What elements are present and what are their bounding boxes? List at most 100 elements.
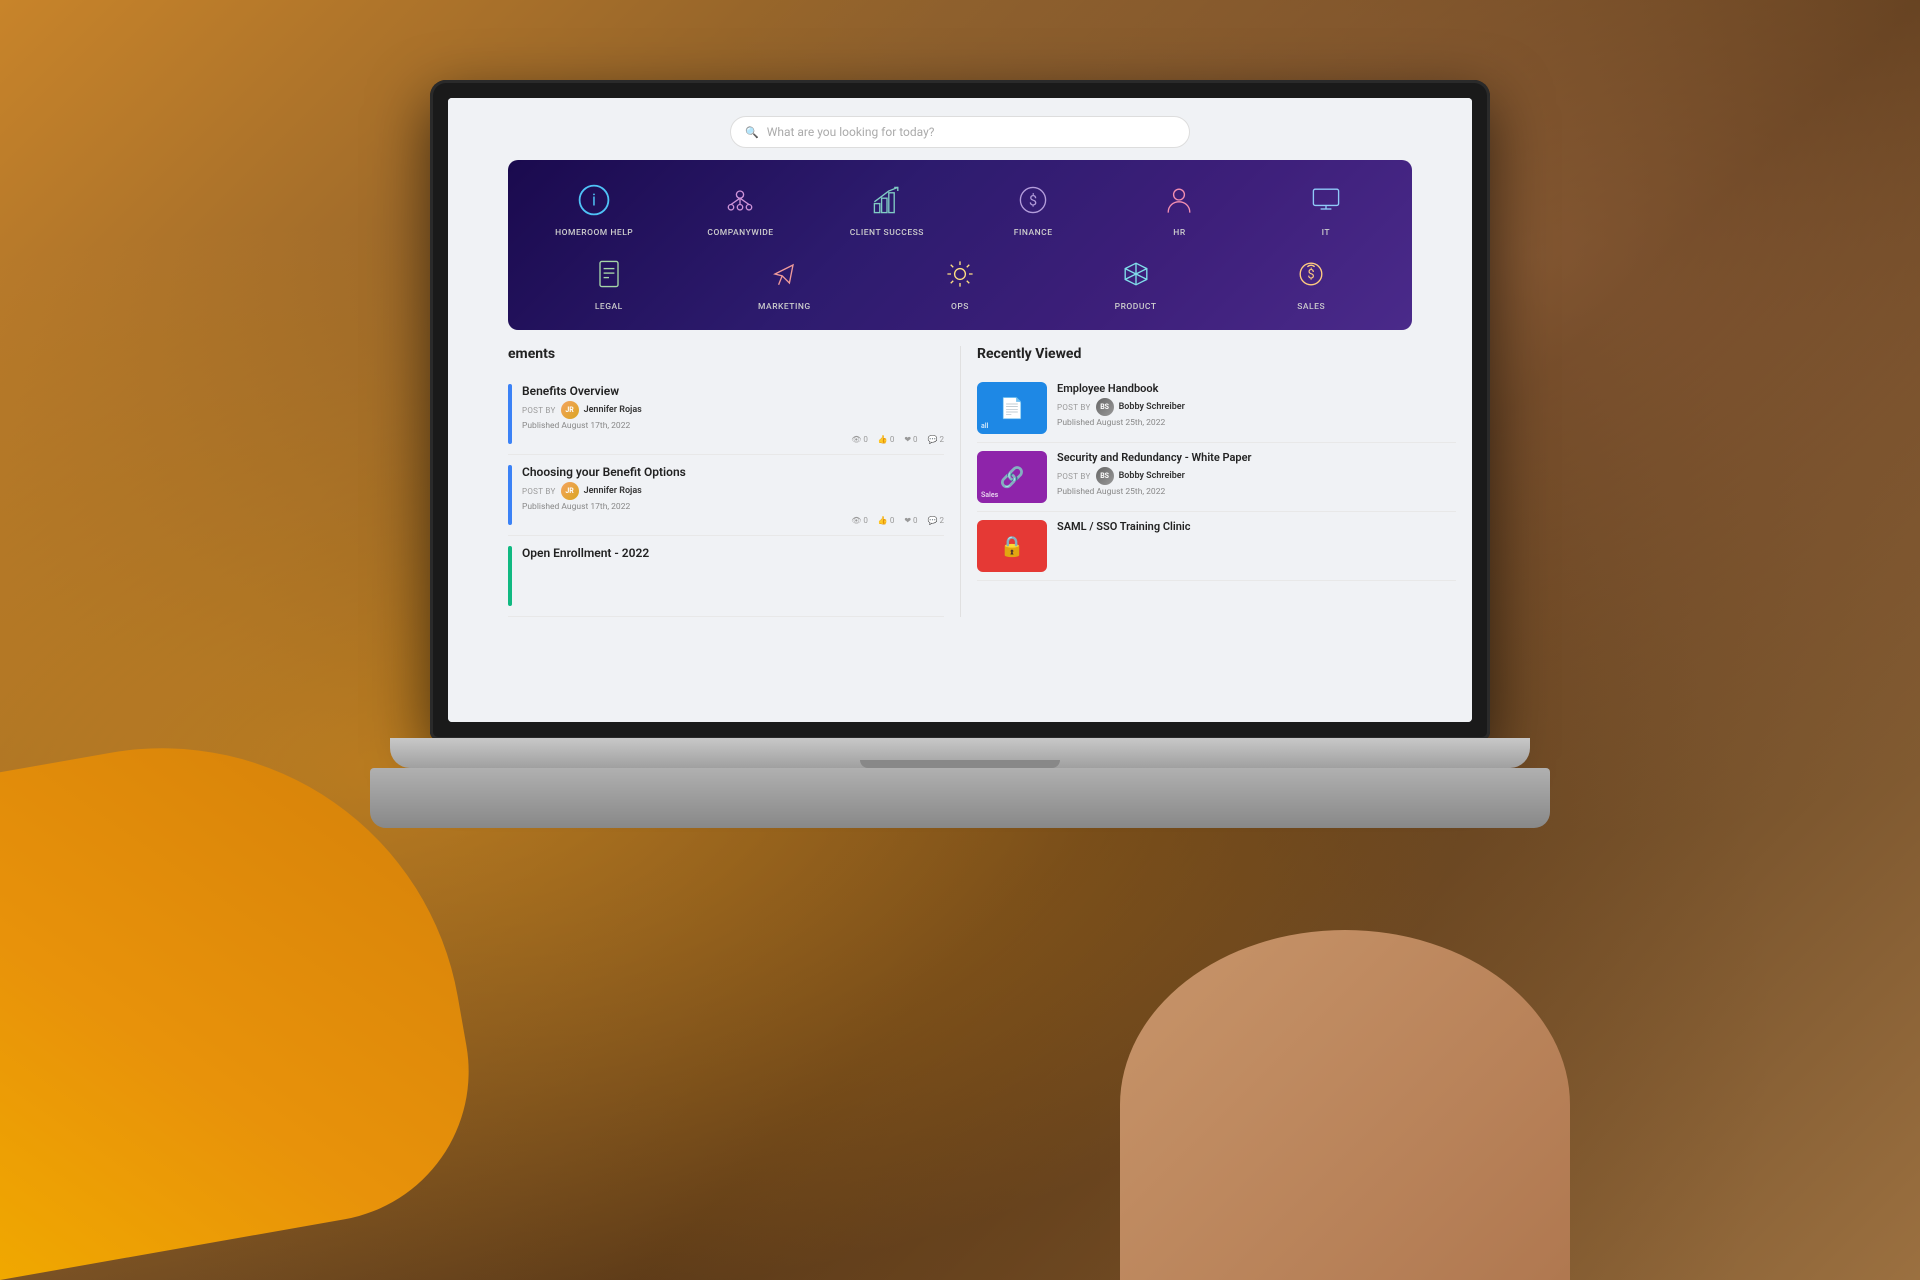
likes-stat: 👍 0 <box>878 435 894 444</box>
announcement-choosing-benefit[interactable]: Choosing your Benefit Options POST BY JR… <box>508 455 944 536</box>
viewed-thumbnail: 📄 all <box>977 382 1047 434</box>
views-stat: 👁 0 <box>851 516 868 525</box>
announcement-title: Open Enrollment - 2022 <box>522 546 944 560</box>
category-icon-finance: $ <box>1011 178 1055 222</box>
post-meta: POST BY BS Bobby Schreiber <box>1057 467 1456 485</box>
announcement-open-enrollment[interactable]: Open Enrollment - 2022 <box>508 536 944 617</box>
announcement-title: Benefits Overview <box>522 384 944 398</box>
screen-content[interactable]: 🔍 What are you looking for today? i HOME… <box>448 98 1472 722</box>
post-stats: 👁 0 👍 0 ❤ 0 💬 2 <box>522 516 944 525</box>
category-marketing[interactable]: MARKETING <box>758 252 811 312</box>
author-avatar: JR <box>561 482 579 500</box>
hearts-stat: ❤ 0 <box>904 516 917 525</box>
laptop-base <box>390 738 1530 768</box>
laptop-screen: 🔍 What are you looking for today? i HOME… <box>448 98 1472 722</box>
category-label-sales: SALES <box>1297 302 1325 312</box>
post-author: Jennifer Rojas <box>584 405 642 415</box>
post-author: Bobby Schreiber <box>1119 402 1185 412</box>
post-date: Published August 17th, 2022 <box>522 421 944 431</box>
category-label-homeroom-help: HOMEROOM HELP <box>555 228 633 238</box>
post-by-label: POST BY <box>522 406 556 415</box>
recently-viewed-section: Recently Viewed 📄 all Employee Handbook … <box>960 346 1472 617</box>
category-label-companywide: COMPANYWIDE <box>707 228 773 238</box>
category-icon-hr <box>1157 178 1201 222</box>
color-bar <box>508 465 512 525</box>
search-placeholder: What are you looking for today? <box>767 125 935 139</box>
svg-text:$: $ <box>1308 268 1315 283</box>
post-by-label: POST BY <box>522 487 556 496</box>
post-meta: POST BY JR Jennifer Rojas <box>522 401 944 419</box>
post-author: Bobby Schreiber <box>1119 471 1185 481</box>
category-label-finance: FINANCE <box>1014 228 1053 238</box>
category-icon-sales: $ <box>1289 252 1333 296</box>
recently-viewed-list: 📄 all Employee Handbook POST BY BS Bobby… <box>977 374 1456 581</box>
category-companywide[interactable]: COMPANYWIDE <box>674 178 806 238</box>
viewed-content: Employee Handbook POST BY BS Bobby Schre… <box>1057 382 1456 428</box>
post-date: Published August 17th, 2022 <box>522 502 944 512</box>
post-stats: 👁 0 👍 0 ❤ 0 💬 2 <box>522 435 944 444</box>
categories-banner: i HOMEROOM HELP COMPANYWIDE CLIENT SUCCE… <box>508 160 1412 330</box>
category-icon-companywide <box>718 178 762 222</box>
announcement-content: Open Enrollment - 2022 <box>522 546 944 563</box>
category-icon-product <box>1114 252 1158 296</box>
viewed-title: SAML / SSO Training Clinic <box>1057 520 1456 533</box>
likes-stat: 👍 0 <box>878 516 894 525</box>
category-finance[interactable]: $ FINANCE <box>967 178 1099 238</box>
laptop-bezel: 🔍 What are you looking for today? i HOME… <box>430 80 1490 740</box>
category-icon-homeroom-help: i <box>572 178 616 222</box>
category-ops[interactable]: OPS <box>938 252 982 312</box>
color-bar <box>508 384 512 444</box>
hearts-stat: ❤ 0 <box>904 435 917 444</box>
category-label-client-success: CLIENT SUCCESS <box>850 228 924 238</box>
category-it[interactable]: IT <box>1260 178 1392 238</box>
category-icon-marketing <box>762 252 806 296</box>
search-icon: 🔍 <box>745 126 759 139</box>
post-by-label: POST BY <box>1057 403 1091 412</box>
viewed-item-saml-sso[interactable]: 🔒 SAML / SSO Training Clinic <box>977 512 1456 581</box>
search-area: 🔍 What are you looking for today? <box>448 98 1472 160</box>
category-hr[interactable]: HR <box>1113 178 1245 238</box>
search-bar[interactable]: 🔍 What are you looking for today? <box>730 116 1190 148</box>
announcements-list: Benefits Overview POST BY JR Jennifer Ro… <box>508 374 944 617</box>
laptop: 🔍 What are you looking for today? i HOME… <box>430 80 1490 800</box>
category-icon-it <box>1304 178 1348 222</box>
category-icon-ops <box>938 252 982 296</box>
color-bar <box>508 546 512 606</box>
announcement-benefits-overview[interactable]: Benefits Overview POST BY JR Jennifer Ro… <box>508 374 944 455</box>
category-icon-legal <box>587 252 631 296</box>
comments-stat: 💬 2 <box>928 435 944 444</box>
announcement-content: Choosing your Benefit Options POST BY JR… <box>522 465 944 525</box>
category-homeroom-help[interactable]: i HOMEROOM HELP <box>528 178 660 238</box>
viewed-title: Employee Handbook <box>1057 382 1456 395</box>
svg-text:$: $ <box>1029 192 1037 209</box>
post-meta: POST BY BS Bobby Schreiber <box>1057 398 1456 416</box>
laptop-keyboard <box>370 768 1550 828</box>
recently-viewed-title: Recently Viewed <box>977 346 1456 362</box>
viewed-item-security-redundancy[interactable]: 🔗 Sales Security and Redundancy - White … <box>977 443 1456 512</box>
post-author: Jennifer Rojas <box>584 486 642 496</box>
post-date: Published August 25th, 2022 <box>1057 418 1456 428</box>
category-icon-client-success <box>865 178 909 222</box>
category-product[interactable]: PRODUCT <box>1114 252 1158 312</box>
author-avatar: BS <box>1096 398 1114 416</box>
category-legal[interactable]: LEGAL <box>587 252 631 312</box>
category-label-product: PRODUCT <box>1115 302 1157 312</box>
announcements-section: ements Benefits Overview POST BY JR Jenn… <box>448 346 960 617</box>
category-client-success[interactable]: CLIENT SUCCESS <box>821 178 953 238</box>
announcements-title: ements <box>508 346 944 362</box>
announcement-content: Benefits Overview POST BY JR Jennifer Ro… <box>522 384 944 444</box>
viewed-thumbnail: 🔒 <box>977 520 1047 572</box>
viewed-item-employee-handbook[interactable]: 📄 all Employee Handbook POST BY BS Bobby… <box>977 374 1456 443</box>
viewed-title: Security and Redundancy - White Paper <box>1057 451 1456 464</box>
category-label-marketing: MARKETING <box>758 302 811 312</box>
category-label-it: IT <box>1322 228 1330 238</box>
svg-text:i: i <box>592 190 596 209</box>
post-by-label: POST BY <box>1057 472 1091 481</box>
post-date: Published August 25th, 2022 <box>1057 487 1456 497</box>
category-label-legal: LEGAL <box>595 302 623 312</box>
category-sales[interactable]: $ SALES <box>1289 252 1333 312</box>
bottom-section: ements Benefits Overview POST BY JR Jenn… <box>448 346 1472 617</box>
announcement-title: Choosing your Benefit Options <box>522 465 944 479</box>
viewed-thumbnail: 🔗 Sales <box>977 451 1047 503</box>
category-label-hr: HR <box>1173 228 1185 238</box>
